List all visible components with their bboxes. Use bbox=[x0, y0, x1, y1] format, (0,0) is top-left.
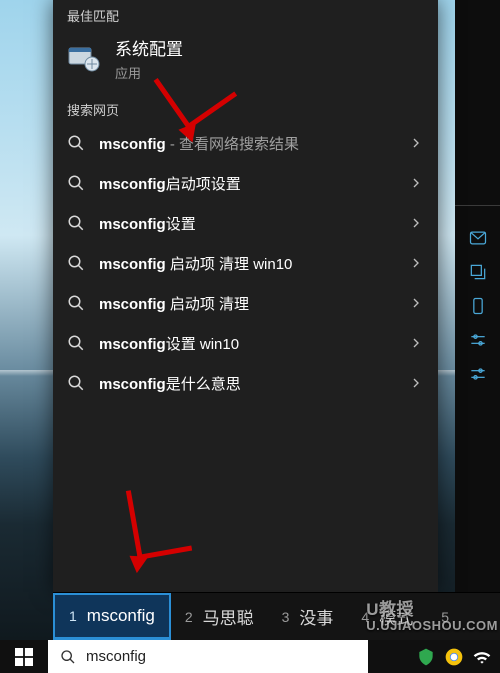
ime-candidate-text: 没事 bbox=[299, 604, 333, 629]
ime-candidate-text: msconfig bbox=[87, 606, 155, 626]
chevron-right-icon[interactable] bbox=[408, 295, 424, 311]
chevron-right-icon[interactable] bbox=[408, 255, 424, 271]
best-match-subtitle: 应用 bbox=[115, 63, 183, 82]
search-icon bbox=[67, 294, 85, 312]
annotation-arrow-2 bbox=[126, 482, 192, 560]
ime-candidate[interactable]: 2 马思聪 bbox=[171, 593, 268, 640]
taskbar-search-box[interactable] bbox=[48, 640, 368, 673]
panel-icon-4[interactable] bbox=[468, 330, 488, 350]
panel-icon-5[interactable] bbox=[468, 364, 488, 384]
chevron-right-icon[interactable] bbox=[408, 175, 424, 191]
best-match-item[interactable]: 系统配置 应用 bbox=[53, 29, 438, 94]
search-icon bbox=[67, 374, 85, 392]
panel-icon-1[interactable] bbox=[468, 228, 488, 248]
ime-candidate[interactable]: 3 没事 bbox=[268, 593, 348, 640]
web-search-header: 搜索网页 bbox=[53, 94, 438, 123]
chevron-right-icon[interactable] bbox=[408, 375, 424, 391]
best-match-text: 系统配置 应用 bbox=[115, 35, 183, 82]
taskbar bbox=[0, 640, 500, 673]
web-result-item[interactable]: msconfig启动项设置 bbox=[53, 163, 438, 203]
tray-icon-chrome[interactable] bbox=[444, 647, 464, 667]
ime-candidate-number: 2 bbox=[185, 609, 193, 625]
web-result-item[interactable]: msconfig 启动项 清理 win10 bbox=[53, 243, 438, 283]
ime-candidate-text: 马思聪 bbox=[203, 604, 254, 629]
web-result-label: msconfig启动项设置 bbox=[99, 173, 394, 194]
system-tray bbox=[408, 640, 500, 673]
tray-icon-wifi[interactable] bbox=[472, 647, 492, 667]
web-result-label: msconfig 启动项 清理 bbox=[99, 293, 394, 314]
search-icon bbox=[67, 134, 85, 152]
search-icon bbox=[67, 174, 85, 192]
web-result-label: msconfig是什么意思 bbox=[99, 373, 394, 394]
side-panel bbox=[455, 0, 500, 640]
web-result-item[interactable]: msconfig 启动项 清理 bbox=[53, 283, 438, 323]
ime-candidate-number: 1 bbox=[69, 608, 77, 624]
search-icon bbox=[67, 254, 85, 272]
web-result-label: msconfig设置 bbox=[99, 213, 394, 234]
msconfig-icon bbox=[67, 42, 101, 76]
watermark: U教授 U.UJIAOSHOU.COM bbox=[366, 601, 498, 633]
chevron-right-icon[interactable] bbox=[408, 335, 424, 351]
start-search-panel: 最佳匹配 系统配置 应用 搜索网页 msconfig - 查看网络搜索结果 bbox=[53, 0, 438, 592]
chevron-right-icon[interactable] bbox=[408, 215, 424, 231]
search-input[interactable] bbox=[86, 648, 356, 665]
web-result-item[interactable]: msconfig是什么意思 bbox=[53, 363, 438, 403]
web-result-item[interactable]: msconfig设置 bbox=[53, 203, 438, 243]
panel-icon-2[interactable] bbox=[468, 262, 488, 282]
watermark-line2: U.UJIAOSHOU.COM bbox=[366, 618, 498, 633]
web-result-label: msconfig设置 win10 bbox=[99, 333, 394, 354]
web-result-label: msconfig - 查看网络搜索结果 bbox=[99, 133, 394, 154]
panel-icon-3[interactable] bbox=[468, 296, 488, 316]
ime-candidate-number: 3 bbox=[282, 609, 290, 625]
web-result-item[interactable]: msconfig - 查看网络搜索结果 bbox=[53, 123, 438, 163]
ime-candidate[interactable]: 1 msconfig bbox=[53, 593, 171, 640]
search-icon bbox=[67, 334, 85, 352]
search-icon bbox=[60, 649, 76, 665]
search-icon bbox=[67, 214, 85, 232]
watermark-line1: U教授 bbox=[366, 601, 498, 618]
chevron-right-icon[interactable] bbox=[408, 135, 424, 151]
web-result-item[interactable]: msconfig设置 win10 bbox=[53, 323, 438, 363]
best-match-header: 最佳匹配 bbox=[53, 0, 438, 29]
best-match-title: 系统配置 bbox=[115, 35, 183, 60]
web-results-list: msconfig - 查看网络搜索结果 msconfig启动项设置 msconf… bbox=[53, 123, 438, 403]
start-button[interactable] bbox=[0, 640, 48, 673]
web-result-label: msconfig 启动项 清理 win10 bbox=[99, 253, 394, 274]
tray-icon-shield[interactable] bbox=[416, 647, 436, 667]
